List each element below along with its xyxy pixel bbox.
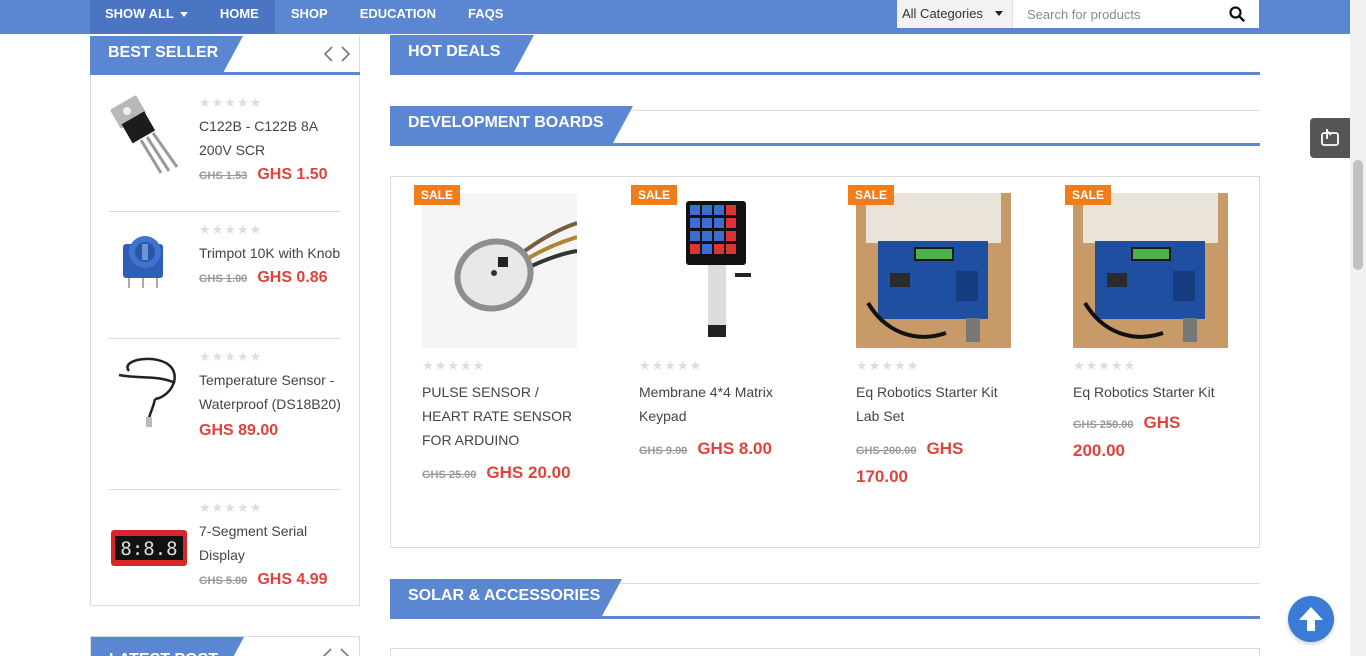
latest-post-title: LATEST POST bbox=[91, 637, 244, 656]
product-name[interactable]: Eq Robotics Starter Kit Lab Set bbox=[856, 380, 1021, 428]
product-card[interactable]: SALE ★★★★★ Eq Robotics Starter Kit Lab S… bbox=[848, 185, 1026, 490]
rating-stars: ★★★★★ bbox=[856, 358, 920, 373]
rating-stars: ★★★★★ bbox=[199, 95, 263, 110]
page-scrollbar[interactable] bbox=[1350, 0, 1366, 656]
keypad-image bbox=[639, 193, 794, 348]
seven-segment-display-image[interactable]: 8:8.8 bbox=[109, 506, 189, 586]
best-seller-item[interactable]: 8:8.8 ★★★★★ 7-Segment Serial Display GHS… bbox=[109, 500, 341, 604]
chevron-left-icon[interactable] bbox=[322, 45, 334, 63]
product-card[interactable]: SALE ★★★★★ Eq Robotics Starter Kit GHS 2… bbox=[1065, 185, 1243, 464]
old-price: GHS 1.00 bbox=[199, 273, 248, 285]
nav-faqs[interactable]: FAQS bbox=[452, 0, 519, 34]
pulse-sensor-image bbox=[422, 193, 578, 348]
solar-accessories-title: SOLAR & ACCESSORIES bbox=[390, 579, 622, 616]
old-price: GHS 250.00 bbox=[1073, 419, 1134, 431]
best-seller-item[interactable]: ★★★★★ Temperature Sensor - Waterproof (D… bbox=[109, 349, 341, 490]
old-price: GHS 5.00 bbox=[199, 575, 248, 587]
show-all-menu[interactable]: SHOW ALL bbox=[90, 0, 204, 34]
product-image[interactable]: SALE bbox=[848, 185, 1011, 348]
sale-price: GHS 1.50 bbox=[257, 166, 328, 183]
search-bar: All Categories bbox=[897, 0, 1259, 28]
hot-deals-title: HOT DEALS bbox=[390, 35, 534, 72]
product-name[interactable]: C122B - C122B 8A 200V SCR bbox=[199, 114, 344, 162]
product-name[interactable]: 7-Segment Serial Display bbox=[199, 519, 344, 567]
scrollbar-thumb[interactable] bbox=[1353, 160, 1363, 270]
solar-accessories-header: SOLAR & ACCESSORIES bbox=[390, 579, 1260, 619]
product-name[interactable]: Trimpot 10K with Knob bbox=[199, 241, 344, 265]
old-price: GHS 200.00 bbox=[856, 445, 917, 457]
product-image[interactable]: SALE bbox=[631, 185, 794, 348]
nav-home[interactable]: HOME bbox=[203, 0, 275, 34]
development-boards-title: DEVELOPMENT BOARDS bbox=[390, 106, 633, 143]
nav-education[interactable]: EDUCATION bbox=[344, 0, 452, 34]
rating-stars: ★★★★★ bbox=[639, 358, 703, 373]
sale-badge: SALE bbox=[631, 185, 678, 205]
hot-deals-header: HOT DEALS bbox=[390, 35, 1260, 75]
product-card[interactable]: SALE ★★★★★ PULSE SENSOR / HEART RATE SEN… bbox=[414, 185, 592, 488]
sale-badge: SALE bbox=[848, 185, 895, 205]
show-all-label: SHOW ALL bbox=[105, 6, 174, 21]
rating-stars: ★★★★★ bbox=[1073, 358, 1137, 373]
back-to-top-button[interactable] bbox=[1288, 596, 1334, 642]
caret-down-icon bbox=[179, 12, 188, 18]
rating-stars: ★★★★★ bbox=[422, 358, 486, 373]
latest-post-header: LATEST POST bbox=[90, 636, 360, 656]
sale-price: GHS 4.99 bbox=[257, 571, 328, 588]
scr-component-image[interactable] bbox=[109, 95, 189, 175]
sale-price: GHS 8.00 bbox=[697, 439, 772, 458]
product-image[interactable]: SALE bbox=[414, 185, 578, 348]
best-seller-item[interactable]: ★★★★★ Trimpot 10K with Knob GHS 1.00 GHS … bbox=[109, 222, 341, 339]
price: GHS 89.00 bbox=[199, 422, 279, 439]
best-seller-title: BEST SELLER bbox=[90, 36, 243, 73]
product-name[interactable]: Temperature Sensor - Waterproof (DS18B20… bbox=[199, 368, 344, 416]
sale-badge: SALE bbox=[1065, 185, 1112, 205]
sale-price: GHS 20.00 bbox=[486, 463, 571, 482]
product-card[interactable]: SALE ★★★★★ Membrane 4*4 Matrix Keypad GH… bbox=[631, 185, 809, 464]
sale-badge: SALE bbox=[414, 185, 461, 205]
robotics-kit-image bbox=[1073, 193, 1228, 348]
rating-stars: ★★★★★ bbox=[199, 349, 263, 364]
best-seller-item[interactable]: ★★★★★ C122B - C122B 8A 200V SCR GHS 1.53… bbox=[109, 95, 341, 212]
arrow-up-icon bbox=[1299, 607, 1323, 631]
category-select[interactable]: All Categories bbox=[897, 0, 1013, 28]
svg-text:8:8.8: 8:8.8 bbox=[120, 538, 177, 560]
trimpot-image[interactable] bbox=[109, 222, 189, 302]
old-price: GHS 25.00 bbox=[422, 469, 477, 481]
temperature-sensor-image[interactable] bbox=[109, 349, 189, 429]
category-select-value: All Categories bbox=[902, 6, 983, 21]
nav-shop[interactable]: SHOP bbox=[275, 0, 344, 34]
product-name[interactable]: Eq Robotics Starter Kit bbox=[1073, 380, 1238, 404]
search-button[interactable] bbox=[1215, 0, 1259, 28]
rating-stars: ★★★★★ bbox=[199, 500, 263, 515]
product-image[interactable]: SALE bbox=[1065, 185, 1228, 348]
chevron-right-icon[interactable] bbox=[340, 45, 352, 63]
hand-pointer-icon bbox=[1321, 129, 1339, 146]
sale-price: GHS 0.86 bbox=[257, 269, 328, 286]
robotics-kit-image bbox=[856, 193, 1011, 348]
development-boards-header: DEVELOPMENT BOARDS bbox=[390, 106, 1260, 146]
old-price: GHS 9.00 bbox=[639, 445, 688, 457]
main-nav: SHOW ALL HOME SHOP EDUCATION FAQS bbox=[90, 0, 519, 34]
search-input[interactable] bbox=[1013, 0, 1215, 28]
rating-stars: ★★★★★ bbox=[199, 222, 263, 237]
search-icon bbox=[1229, 6, 1245, 22]
solar-products-panel bbox=[390, 648, 1260, 656]
best-seller-header: BEST SELLER bbox=[90, 36, 360, 75]
product-name[interactable]: Membrane 4*4 Matrix Keypad bbox=[639, 380, 804, 428]
old-price: GHS 1.53 bbox=[199, 170, 248, 182]
chevron-right-icon[interactable] bbox=[339, 647, 351, 656]
chevron-left-icon[interactable] bbox=[321, 647, 333, 656]
product-name[interactable]: PULSE SENSOR / HEART RATE SENSOR FOR ARD… bbox=[422, 380, 587, 452]
dropdown-arrow-icon bbox=[995, 11, 1003, 16]
accessibility-widget-button[interactable] bbox=[1310, 118, 1350, 158]
